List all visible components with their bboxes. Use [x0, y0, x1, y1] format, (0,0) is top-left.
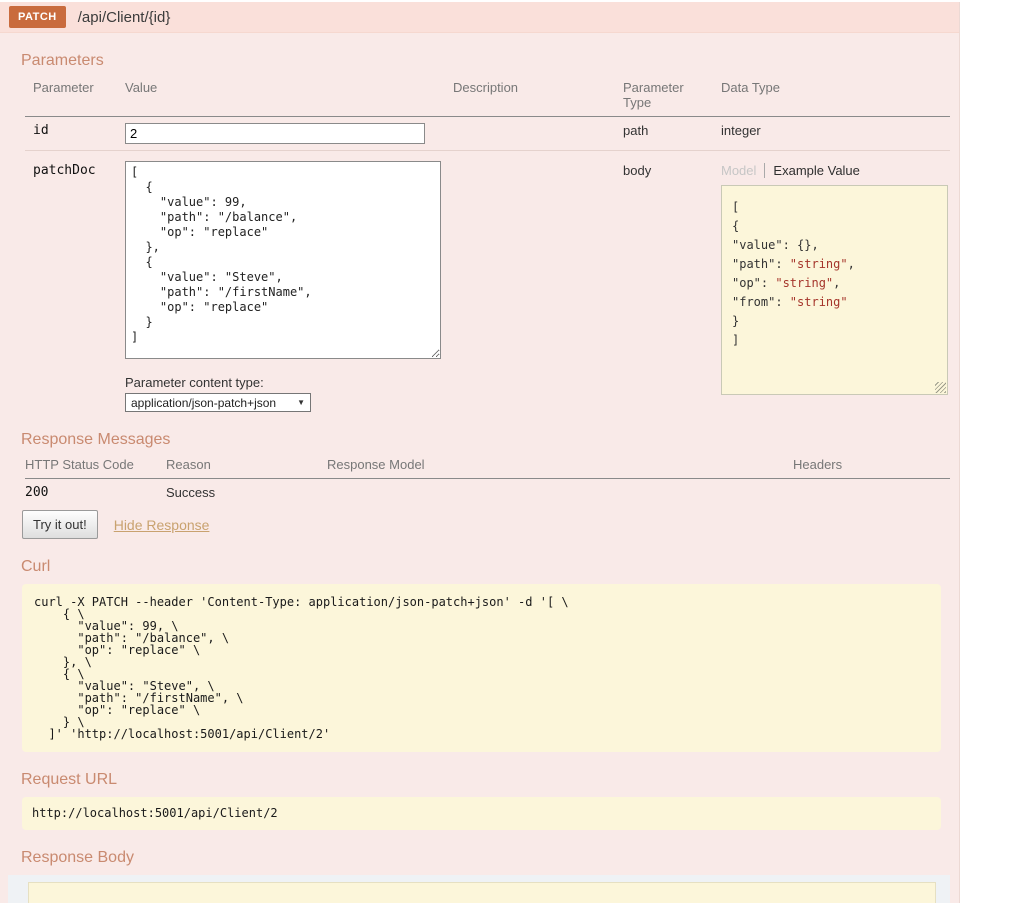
http-method-badge: PATCH	[9, 6, 66, 28]
status-headers	[793, 479, 950, 507]
try-it-out-button[interactable]: Try it out!	[22, 510, 98, 539]
endpoint-header[interactable]: PATCH /api/Client/{id}	[0, 2, 959, 33]
table-row: patchDoc [ { "value": 99, "path": "/bala…	[25, 151, 950, 419]
col-response-model: Response Model	[327, 457, 425, 472]
col-parameter-type: Parameter Type	[623, 80, 684, 110]
parameters-table: Parameter Value Description Parameter Ty…	[25, 78, 950, 418]
param-name-id: id	[33, 123, 49, 138]
status-response-model	[327, 479, 793, 507]
response-body-content: no content	[28, 882, 936, 903]
col-headers: Headers	[793, 457, 843, 472]
resize-handle-icon[interactable]	[935, 382, 946, 393]
response-body-section: no content	[8, 875, 950, 903]
endpoint-path[interactable]: /api/Client/{id}	[78, 9, 171, 26]
col-parameter: Parameter	[33, 80, 94, 95]
operation-content: Parameters Parameter Value Description P…	[0, 51, 959, 867]
hide-response-link[interactable]: Hide Response	[114, 517, 210, 533]
schema-tabs: Model Example Value	[721, 161, 942, 179]
table-row: 200 Success	[25, 479, 950, 507]
data-type-id: integer	[721, 123, 761, 138]
response-messages-header-row: HTTP Status Code Reason Response Model H…	[25, 455, 950, 479]
example-value-code: [ { "value": {}, "path": "string", "op":…	[732, 200, 855, 347]
col-http-status-code: HTTP Status Code	[25, 457, 134, 472]
tab-example-value[interactable]: Example Value	[765, 163, 859, 178]
response-messages-table: HTTP Status Code Reason Response Model H…	[25, 455, 950, 506]
parameters-heading: Parameters	[21, 52, 104, 69]
example-value-box: [ { "value": {}, "path": "string", "op":…	[721, 185, 948, 395]
param-name-patchdoc: patchDoc	[33, 163, 96, 178]
response-body-heading: Response Body	[21, 849, 134, 866]
request-url-value: http://localhost:5001/api/Client/2	[22, 797, 941, 830]
operation-panel: PATCH /api/Client/{id} Parameters Parame…	[0, 2, 960, 903]
param-description-patchdoc	[453, 151, 623, 419]
content-type-label: Parameter content type:	[125, 375, 264, 390]
curl-command: curl -X PATCH --header 'Content-Type: ap…	[22, 584, 941, 752]
curl-heading: Curl	[21, 558, 51, 575]
col-data-type: Data Type	[721, 80, 781, 95]
content-type-select[interactable]: application/json-patch+json ▼	[125, 393, 311, 412]
col-reason: Reason	[166, 457, 211, 472]
status-code: 200	[25, 485, 49, 500]
col-value: Value	[125, 80, 158, 95]
param-type-id: path	[623, 123, 649, 138]
param-type-patchdoc: body	[623, 163, 652, 178]
actions-row: Try it out! Hide Response	[22, 510, 949, 539]
param-description-id	[453, 117, 623, 151]
status-reason: Success	[166, 485, 216, 500]
col-description: Description	[453, 80, 519, 95]
response-messages-heading: Response Messages	[21, 431, 171, 448]
table-row: id path integer	[25, 117, 950, 151]
content-type-block: Parameter content type: application/json…	[125, 375, 445, 412]
chevron-down-icon: ▼	[297, 398, 305, 407]
content-type-selected-value: application/json-patch+json	[131, 395, 277, 410]
body-parameter-textarea[interactable]: [ { "value": 99, "path": "/balance", "op…	[125, 161, 441, 359]
request-url-heading: Request URL	[21, 771, 118, 788]
parameters-header-row: Parameter Value Description Parameter Ty…	[25, 78, 950, 117]
id-value-input[interactable]	[125, 123, 425, 144]
tab-model[interactable]: Model	[721, 163, 764, 178]
